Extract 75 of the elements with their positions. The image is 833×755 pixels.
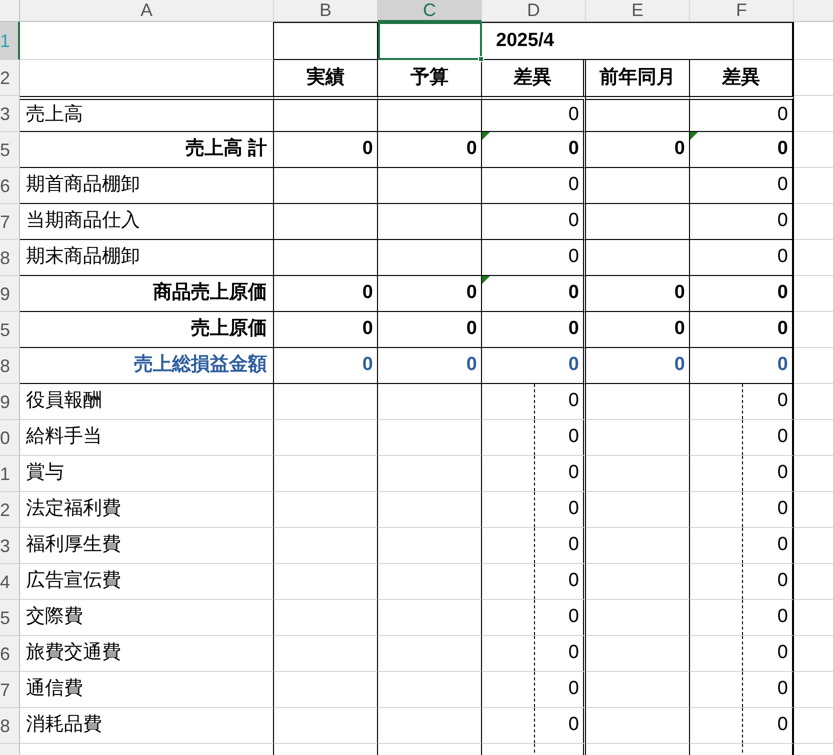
column-header[interactable]: F <box>690 0 794 22</box>
table-cell: 0 <box>482 132 586 168</box>
row-label-cell: 売上高 計 <box>20 132 274 168</box>
row-label-cell: 給料手当 <box>20 420 274 456</box>
table-cell: 0 <box>482 492 586 528</box>
row-label-cell: 売上原価 <box>20 312 274 348</box>
row-label-cell: 旅費交通費 <box>20 636 274 672</box>
table-cell: 0 <box>274 312 378 348</box>
table-cell: 0 <box>482 636 586 672</box>
column-header[interactable]: A <box>20 0 274 22</box>
table-cell: 0 <box>482 168 586 204</box>
row-label-cell: 法定福利費 <box>20 492 274 528</box>
table-cell: 0 <box>482 528 586 564</box>
table-cell: 0 <box>274 348 378 384</box>
row-label-cell: 期首商品棚卸 <box>20 168 274 204</box>
row-header[interactable]: 0 <box>0 420 20 456</box>
row-header[interactable]: 2 <box>0 492 20 528</box>
table-cell: 0 <box>482 456 586 492</box>
row-label-cell: 広告宣伝費 <box>20 564 274 600</box>
select-all-corner[interactable] <box>0 0 20 22</box>
row-label-cell: 賞与 <box>20 456 274 492</box>
table-cell: 0 <box>378 132 482 168</box>
row-header[interactable]: 7 <box>0 204 20 240</box>
table-cell: 0 <box>274 132 378 168</box>
column-header[interactable]: E <box>586 0 690 22</box>
row-header[interactable]: 3 <box>0 528 20 564</box>
row-header[interactable]: 8 <box>0 708 20 744</box>
table-cell: 0 <box>586 312 690 348</box>
row-header[interactable]: 6 <box>0 636 20 672</box>
row-label-cell: 役員報酬 <box>20 384 274 420</box>
column-header[interactable]: B <box>274 0 378 22</box>
row-header[interactable]: 9 <box>0 384 20 420</box>
selected-cell[interactable] <box>378 22 482 60</box>
table-cell: 0 <box>586 348 690 384</box>
table-cell: 0 <box>378 276 482 312</box>
column-header[interactable] <box>794 0 833 22</box>
row-label-cell: 福利厚生費 <box>20 528 274 564</box>
table-cell: 0 <box>482 276 586 312</box>
table-cell: 0 <box>482 672 586 708</box>
row-header[interactable]: 3 <box>0 96 20 132</box>
row-header[interactable]: 2 <box>0 60 20 96</box>
table-cell: 0 <box>482 348 586 384</box>
row-label-cell: 当期商品仕入 <box>20 204 274 240</box>
row-header[interactable]: 9 <box>0 276 20 312</box>
table-cell: 0 <box>482 384 586 420</box>
table-cell: 0 <box>378 348 482 384</box>
row-label-cell: 通信費 <box>20 672 274 708</box>
row-header[interactable]: 5 <box>0 312 20 348</box>
table-cell: 0 <box>482 420 586 456</box>
row-label-cell: 売上高 <box>20 96 274 132</box>
table-cell: 2025/4 <box>482 22 794 60</box>
row-header[interactable]: 6 <box>0 168 20 204</box>
row-header[interactable]: 4 <box>0 564 20 600</box>
row-header[interactable]: 7 <box>0 672 20 708</box>
column-header[interactable]: C <box>378 0 482 22</box>
table-cell: 0 <box>482 240 586 276</box>
table-cell: 0 <box>586 132 690 168</box>
row-header[interactable]: 8 <box>0 348 20 384</box>
table-cell: 0 <box>586 276 690 312</box>
table-cell: 0 <box>482 96 586 132</box>
row-label-cell: 商品売上原価 <box>20 276 274 312</box>
row-label-cell: 売上総損益金額 <box>20 348 274 384</box>
row-label-cell: 期末商品棚卸 <box>20 240 274 276</box>
row-header[interactable]: 1 <box>0 456 20 492</box>
table-cell: 0 <box>482 204 586 240</box>
table-cell: 0 <box>482 312 586 348</box>
row-header[interactable]: 5 <box>0 132 20 168</box>
table-cell: 0 <box>274 276 378 312</box>
row-header[interactable]: 5 <box>0 600 20 636</box>
row-label-cell: 交際費 <box>20 600 274 636</box>
table-cell: 0 <box>482 600 586 636</box>
row-header[interactable]: 8 <box>0 240 20 276</box>
column-header[interactable]: D <box>482 0 586 22</box>
table-cell: 0 <box>482 564 586 600</box>
table-cell: 0 <box>378 312 482 348</box>
